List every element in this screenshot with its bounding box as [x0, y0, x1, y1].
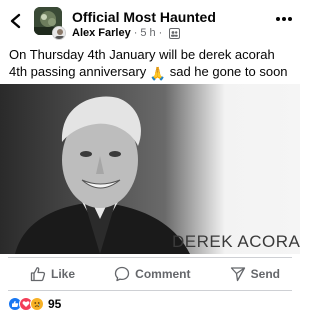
photo-name: DEREK ACORAH	[172, 232, 300, 251]
divider	[8, 257, 292, 258]
more-dots-icon[interactable]	[274, 12, 294, 26]
thumbs-up-icon	[30, 267, 46, 282]
divider	[8, 290, 292, 291]
comment-label: Comment	[135, 267, 191, 281]
post-header: Official Most Haunted Alex Farley · 5 h …	[0, 0, 300, 42]
meta-separator: ·	[133, 27, 138, 39]
praying-hands-emoji: 🙏	[149, 66, 167, 81]
group-name[interactable]: Official Most Haunted	[72, 9, 216, 25]
post-meta: Alex Farley · 5 h ·	[72, 27, 181, 39]
like-label: Like	[51, 267, 76, 281]
comment-button[interactable]: Comment	[114, 261, 191, 287]
reactions-summary[interactable]: 95	[8, 295, 61, 313]
like-button[interactable]: Like	[30, 261, 75, 287]
meta-separator: ·	[158, 27, 163, 39]
members-icon	[169, 27, 181, 39]
sad-reaction-icon	[30, 297, 44, 311]
post-photo[interactable]: DEREK ACORAH 1950-2020	[0, 84, 300, 254]
post-text-end: sad he gone to soon	[166, 64, 288, 79]
portrait-image	[0, 84, 300, 254]
send-button[interactable]: Send	[230, 261, 280, 287]
photo-caption: DEREK ACORAH 1950-2020	[172, 232, 300, 254]
send-label: Send	[250, 267, 280, 281]
post-time[interactable]: 5 h	[140, 27, 155, 39]
send-icon	[230, 267, 245, 282]
chevron-left-icon[interactable]	[8, 13, 24, 29]
comment-icon	[115, 266, 130, 282]
action-bar: Like Comment Send	[0, 261, 300, 287]
author-name[interactable]: Alex Farley	[72, 27, 131, 39]
author-avatar[interactable]	[52, 26, 66, 40]
reaction-count: 95	[48, 297, 62, 311]
post-text: On Thursday 4th January will be derek ac…	[9, 46, 294, 82]
